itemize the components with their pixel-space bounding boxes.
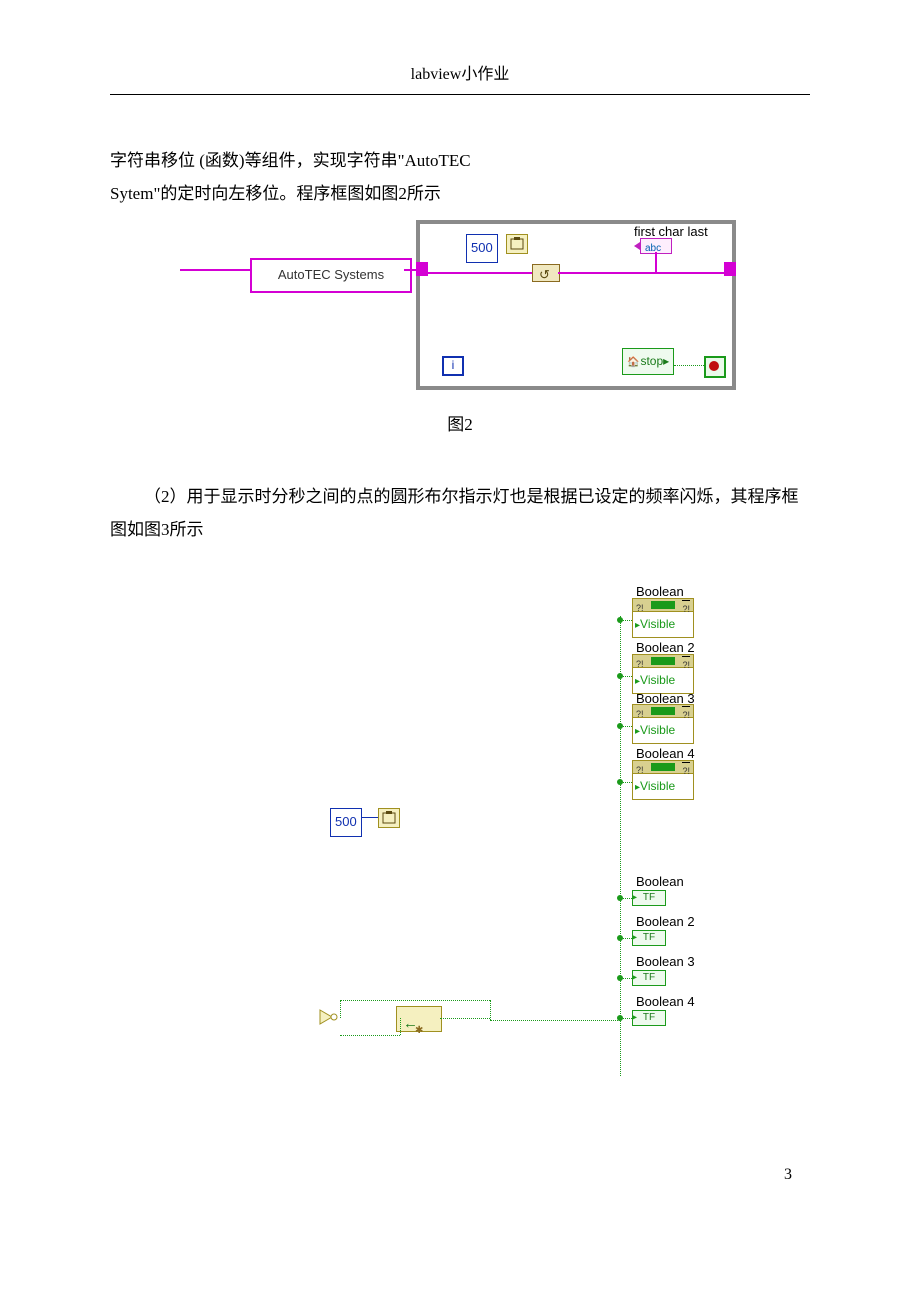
bool-property-node-1: ?!?! Visible — [632, 598, 694, 638]
page-header: labview小作业 — [110, 60, 810, 90]
wire-bus-feed — [490, 1020, 620, 1022]
bool-property-node-3: ?!?! Visible — [632, 704, 694, 744]
wire-string-out-left — [180, 269, 252, 271]
iteration-terminal: i — [442, 356, 464, 376]
paragraph-1: 字符串移位 (函数)等组件，实现字符串"AutoTEC Sytem"的定时向左移… — [110, 145, 810, 210]
wire-not-fb-top — [340, 1000, 490, 1002]
wire-not-fb-l — [340, 1000, 342, 1018]
page-number: 3 — [110, 1160, 810, 1190]
wire-to-indicator — [655, 252, 657, 272]
junction-i4 — [617, 1015, 623, 1021]
wire-loop-out — [558, 272, 724, 274]
wire-wait — [362, 817, 378, 818]
rotate-string-function-icon — [532, 264, 560, 282]
bool-indicator-3: TF — [632, 970, 666, 986]
junction-i1 — [617, 895, 623, 901]
bool-indicator-1: TF — [632, 890, 666, 906]
wire-not-fb-r — [490, 1000, 492, 1020]
figure-2-diagram: AutoTEC Systems 500 first char last i st… — [180, 220, 740, 395]
feedback-node-icon: ←✱ — [396, 1006, 442, 1032]
wire-bus — [620, 616, 622, 1076]
bool-indicator-2: TF — [632, 930, 666, 946]
bool-property-node-4: ?!?! Visible — [632, 760, 694, 800]
junction-3 — [617, 723, 623, 729]
junction-1 — [617, 617, 623, 623]
wire-not-fb-bot — [340, 1035, 400, 1037]
junction-i2 — [617, 935, 623, 941]
p1-line1: 字符串移位 (函数)等组件，实现字符串"AutoTEC — [110, 145, 810, 177]
figure-3-diagram: 500 ←✱ Boolean ?!?! Visible Boolean 2 — [300, 580, 740, 1100]
not-function-icon — [318, 1008, 338, 1026]
p1-line2: Sytem"的定时向左移位。程序框图如图2所示 — [110, 178, 810, 210]
junction-2 — [617, 673, 623, 679]
shift-register-left — [416, 262, 428, 276]
bool-indicator-4: TF — [632, 1010, 666, 1026]
stop-label: stop — [640, 354, 663, 368]
shift-register-right — [724, 262, 736, 276]
wait-function-icon-3 — [378, 808, 400, 828]
wire-fb-out — [440, 1018, 490, 1020]
wait-ms-constant: 500 — [466, 234, 498, 263]
loop-condition-terminal — [704, 356, 726, 378]
stop-control: stop▸ — [622, 348, 674, 375]
wire-stop — [674, 365, 704, 367]
wire-loop-in — [428, 272, 532, 274]
wire-fb-in — [400, 1018, 402, 1035]
string-constant: AutoTEC Systems — [250, 258, 412, 293]
wait-function-icon — [506, 234, 528, 254]
header-rule — [110, 94, 810, 95]
junction-4 — [617, 779, 623, 785]
wait-ms-constant-3: 500 — [330, 808, 362, 837]
figure-2-caption: 图2 — [110, 409, 810, 441]
junction-i3 — [617, 975, 623, 981]
paragraph-2: （2）用于显示时分秒之间的点的圆形布尔指示灯也是根据已设定的频率闪烁，其程序框图… — [110, 481, 810, 546]
